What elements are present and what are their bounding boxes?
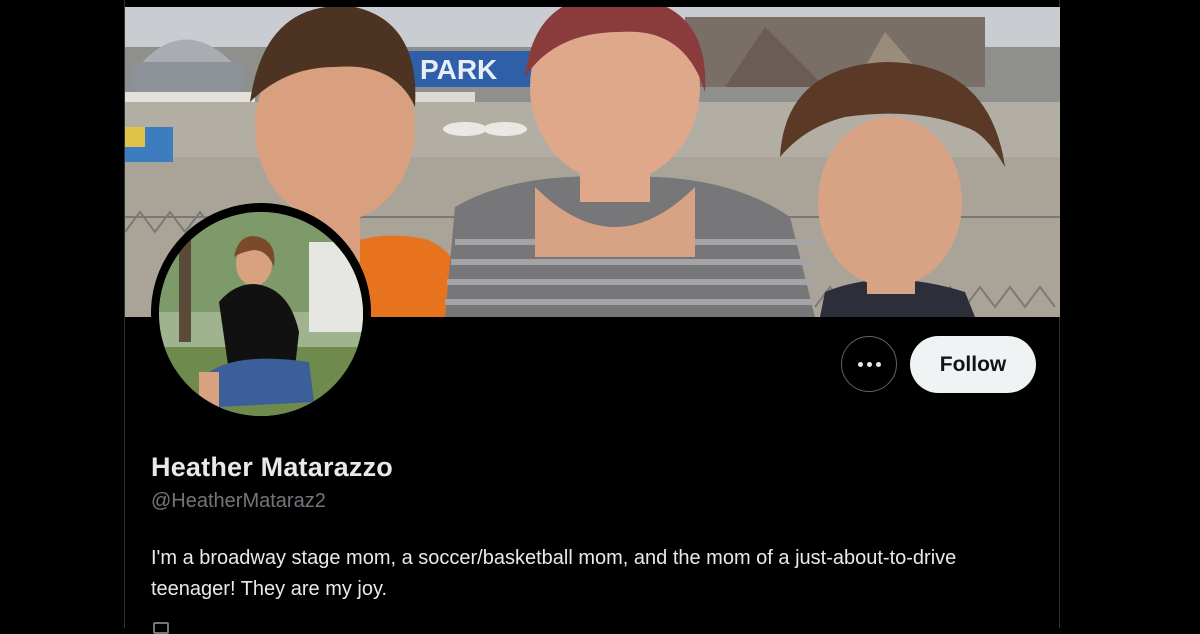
calendar-icon [153, 622, 169, 634]
profile-handle: @HeatherMataraz2 [151, 490, 326, 512]
profile-avatar[interactable] [159, 212, 363, 416]
profile-column: PARK Follow Heather Matarazzo @HeatherMa… [124, 0, 1060, 634]
more-options-button[interactable] [841, 336, 897, 392]
profile-display-name: Heather Matarazzo [151, 452, 393, 482]
follow-button[interactable]: Follow [910, 336, 1036, 393]
park-sign-text: PARK [420, 54, 497, 85]
profile-bio: I'm a broadway stage mom, a soccer/baske… [151, 547, 957, 600]
ellipsis-icon-dot-3 [875, 361, 881, 367]
ellipsis-icon-dot-2 [866, 361, 872, 367]
ellipsis-icon [857, 361, 863, 367]
